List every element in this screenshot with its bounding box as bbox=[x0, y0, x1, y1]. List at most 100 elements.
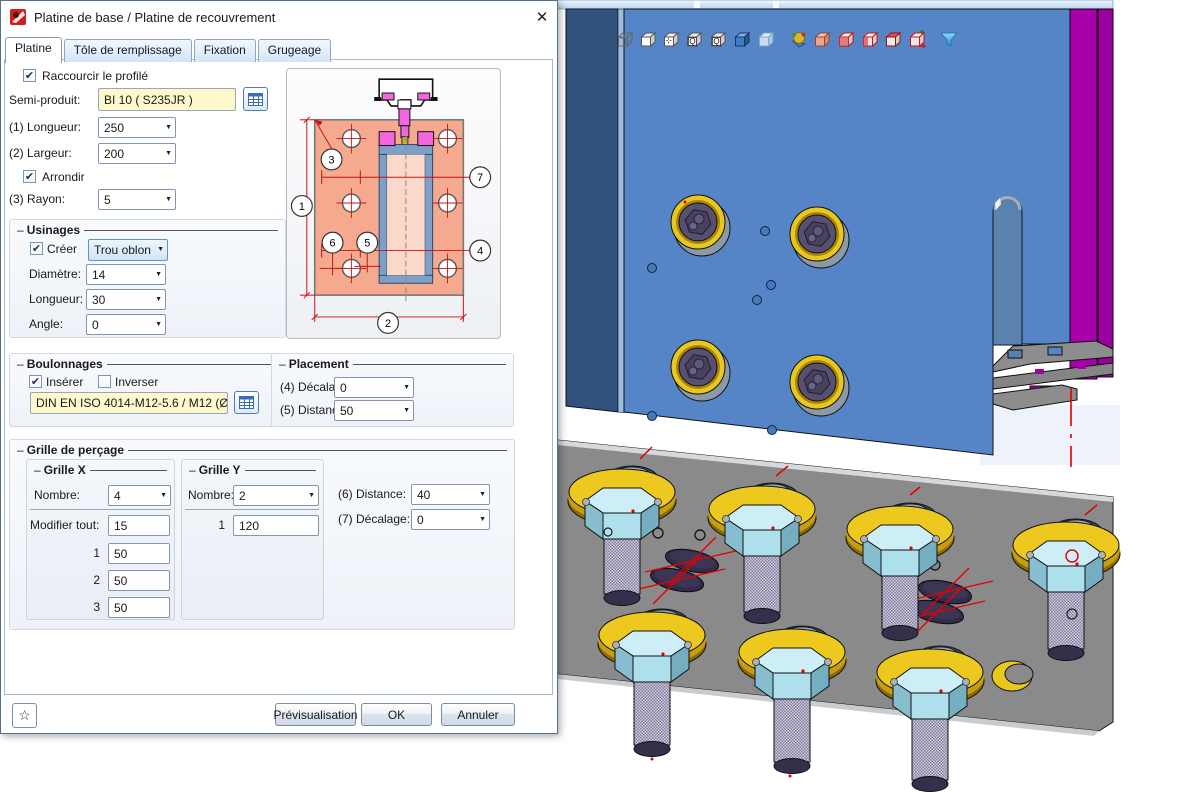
callout-7: 7 bbox=[477, 172, 483, 184]
arrondir-label: Arrondir bbox=[42, 170, 85, 184]
callout-6: 6 bbox=[330, 238, 336, 250]
usinages-longueur-combo[interactable]: 30▼ bbox=[86, 289, 166, 310]
grille-x-row3-label: 3 bbox=[80, 600, 100, 614]
view-quick1-icon[interactable]: Q bbox=[688, 33, 702, 46]
view-transparent-icon[interactable] bbox=[760, 33, 774, 46]
grille-x-title: Grille X bbox=[44, 463, 86, 477]
view-solid-white-icon[interactable] bbox=[642, 33, 656, 46]
dash: – bbox=[17, 443, 24, 457]
grille-x-row3-input[interactable]: 50 bbox=[108, 597, 170, 618]
decalage7-combo[interactable]: 0▼ bbox=[411, 509, 490, 530]
grille-y-nombre-value: 2 bbox=[239, 489, 246, 503]
largeur2-label: (2) Largeur: bbox=[9, 146, 72, 160]
combo-arrow-icon[interactable]: ▼ bbox=[160, 492, 167, 499]
distance6-value: 40 bbox=[417, 488, 430, 502]
combo-arrow-icon[interactable]: ▼ bbox=[479, 491, 486, 498]
callout-2: 2 bbox=[385, 318, 391, 330]
dialog-titlebar[interactable]: Platine de base / Platine de recouvremen… bbox=[1, 1, 557, 33]
grille-x-row0-label: Modifier tout: bbox=[30, 518, 99, 532]
arrondir-checkbox[interactable]: ✔ bbox=[23, 170, 36, 183]
decalage4-combo[interactable]: 0▼ bbox=[334, 377, 414, 398]
combo-arrow-icon[interactable]: ▼ bbox=[165, 196, 172, 203]
star-icon: ☆ bbox=[18, 707, 31, 724]
decalage7-label: (7) Décalage: bbox=[338, 512, 410, 526]
distance6-combo[interactable]: 40 ▼ bbox=[411, 484, 490, 505]
usinages-longueur-label: Longueur: bbox=[29, 292, 83, 306]
combo-arrow-icon[interactable]: ▼ bbox=[403, 384, 410, 391]
grille-x-row2-input[interactable]: 50 bbox=[108, 570, 170, 591]
grille-y-title: Grille Y bbox=[199, 463, 241, 477]
preview-panel: 1 2 3 4 5 6 7 bbox=[286, 68, 501, 339]
dialog-title: Platine de base / Platine de recouvremen… bbox=[34, 10, 527, 25]
anchor-bolt-partial[interactable] bbox=[992, 661, 1033, 691]
grille-x-row0-input[interactable]: 15 bbox=[108, 515, 170, 536]
combo-arrow-icon[interactable]: ▼ bbox=[155, 321, 162, 328]
largeur2-combo[interactable]: 200▼ bbox=[98, 143, 176, 164]
creer-checkbox[interactable]: ✔ bbox=[30, 242, 43, 255]
rayon3-combo[interactable]: 5▼ bbox=[98, 189, 176, 210]
longueur1-label: (1) Longueur: bbox=[9, 120, 81, 134]
magenta-column[interactable] bbox=[1070, 9, 1113, 379]
tab-platine[interactable]: Platine bbox=[5, 37, 62, 63]
inserer-label: Insérer bbox=[46, 375, 83, 389]
table-icon bbox=[248, 93, 263, 106]
hole-type-combo[interactable]: Trou oblon▼ bbox=[88, 239, 168, 261]
grille-y-nombre-combo[interactable]: 2▼ bbox=[233, 485, 319, 506]
close-icon[interactable]: ✕ bbox=[527, 8, 557, 26]
boulonnage-browse-button[interactable] bbox=[234, 391, 259, 414]
raccourcir-label: Raccourcir le profilé bbox=[42, 69, 148, 83]
clip-top-icon[interactable] bbox=[887, 33, 901, 46]
longueur1-value: 250 bbox=[104, 121, 124, 135]
grille-y-row1-input[interactable]: 120 bbox=[233, 515, 319, 536]
distance6-label: (6) Distance: bbox=[338, 487, 406, 501]
preview-schematic: 1 2 3 4 5 6 7 bbox=[287, 69, 500, 338]
ok-button[interactable]: OK bbox=[361, 703, 432, 726]
inverser-checkbox[interactable] bbox=[98, 375, 111, 388]
longueur1-combo[interactable]: 250 ▼ bbox=[98, 117, 176, 138]
clip-left-icon[interactable] bbox=[864, 33, 878, 46]
diametre-combo[interactable]: 14▼ bbox=[86, 264, 166, 285]
tab-tole-de-remplissage[interactable]: Tôle de remplissage bbox=[64, 39, 192, 62]
clip-cube-icon[interactable] bbox=[816, 33, 830, 46]
cancel-button[interactable]: Annuler bbox=[441, 703, 515, 726]
boulonnages-group: –Boulonnages bbox=[9, 353, 286, 427]
raccourcir-checkbox[interactable]: ✔ bbox=[23, 69, 36, 82]
combo-arrow-icon[interactable]: ▼ bbox=[479, 516, 486, 523]
combo-arrow-icon[interactable]: ▼ bbox=[155, 296, 162, 303]
combo-arrow-icon[interactable]: ▼ bbox=[165, 150, 172, 157]
combo-arrow-icon[interactable]: ▼ bbox=[308, 492, 315, 499]
grille-y-row1-label: 1 bbox=[205, 518, 225, 532]
favorite-button[interactable]: ☆ bbox=[12, 703, 37, 728]
base-plate-dialog: Platine de base / Platine de recouvremen… bbox=[0, 0, 558, 734]
dash: – bbox=[17, 223, 24, 237]
view-shaded-blue-icon[interactable] bbox=[736, 33, 750, 46]
grille-x-row1-input[interactable]: 50 bbox=[108, 543, 170, 564]
grille-y-nombre-label: Nombre: bbox=[188, 488, 234, 502]
distance5-combo[interactable]: 50 ▼ bbox=[334, 400, 414, 421]
svg-text:Q: Q bbox=[689, 37, 695, 46]
combo-arrow-icon[interactable]: ▼ bbox=[165, 124, 172, 131]
semi-produit-field[interactable]: BI 10 ( S235JR ) bbox=[98, 88, 236, 111]
combo-arrow-icon[interactable]: ▼ bbox=[403, 407, 410, 414]
dash: – bbox=[279, 357, 286, 371]
clip-front-icon[interactable] bbox=[840, 33, 854, 46]
tab-grugeage[interactable]: Grugeage bbox=[258, 39, 331, 62]
inserer-checkbox[interactable]: ✔ bbox=[29, 375, 42, 388]
view-quick2-icon[interactable]: Q bbox=[712, 33, 726, 46]
combo-arrow-icon[interactable]: ▼ bbox=[157, 246, 164, 253]
grille-x-nombre-combo[interactable]: 4▼ bbox=[108, 485, 171, 506]
dash: – bbox=[189, 463, 196, 477]
view-hidden-lines-icon[interactable] bbox=[665, 33, 679, 46]
angle-combo[interactable]: 0▼ bbox=[86, 314, 166, 335]
boulonnage-standard-field[interactable]: DIN EN ISO 4014-M12-5.6 / M12 (Ø bbox=[30, 392, 228, 414]
semi-produit-browse-button[interactable] bbox=[243, 87, 268, 111]
preview-channel bbox=[379, 132, 433, 284]
angle-label: Angle: bbox=[29, 317, 63, 331]
distance5-value: 50 bbox=[340, 404, 353, 418]
semi-produit-label: Semi-produit: bbox=[9, 93, 80, 107]
combo-arrow-icon[interactable]: ▼ bbox=[155, 271, 162, 278]
tab-fixation[interactable]: Fixation bbox=[194, 39, 256, 62]
rayon3-value: 5 bbox=[104, 193, 111, 207]
preview-button[interactable]: Prévisualisation bbox=[275, 703, 356, 726]
dialog-tabs: Platine Tôle de remplissage Fixation Gru… bbox=[5, 37, 333, 62]
